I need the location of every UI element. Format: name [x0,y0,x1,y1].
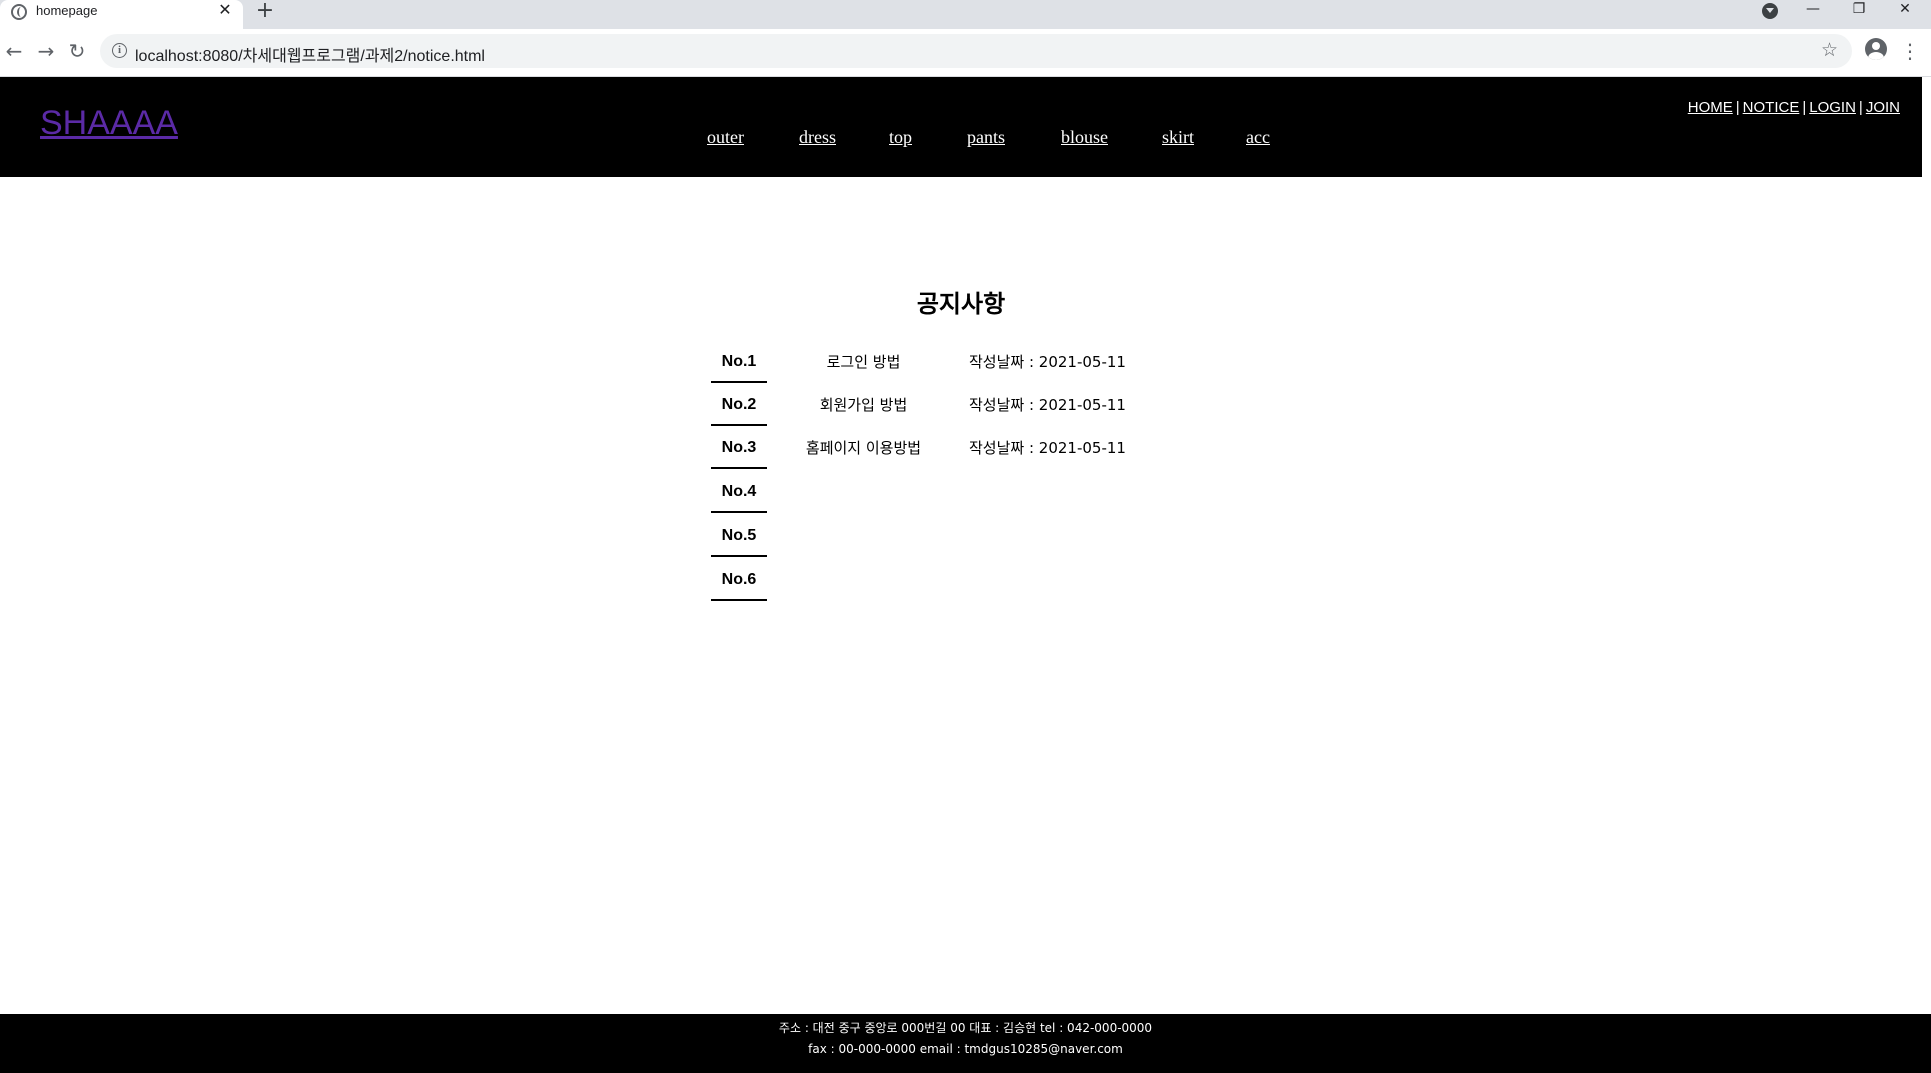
notice-date: 작성날짜 : 2021-05-11 [969,439,1126,457]
browser-tab-bar: homepage ✕ + — ❐ ✕ [0,0,1931,29]
browser-toolbar: ← → ↻ i localhost:8080/차세대웹프로그램/과제2/noti… [0,29,1931,77]
notice-number[interactable]: No.4 [711,474,767,513]
profile-avatar-icon[interactable] [1865,38,1887,60]
category-pants[interactable]: pants [967,127,1005,148]
window-close-icon[interactable]: ✕ [1882,0,1928,22]
notice-date: 작성날짜 : 2021-05-11 [969,353,1126,371]
notice-subject[interactable]: 로그인 방법 [791,344,936,380]
category-top[interactable]: top [889,127,912,148]
category-dress[interactable]: dress [799,127,836,148]
util-separator: | [1858,99,1863,116]
restore-icon[interactable]: ❐ [1836,0,1882,22]
tab-title: homepage [36,3,98,18]
profile-dropdown-icon[interactable] [1762,3,1778,19]
notice-number[interactable]: No.6 [711,562,767,601]
notice-number[interactable]: No.2 [711,387,767,426]
footer-contact: fax : 00-000-0000 email : tmdgus10285@na… [808,1042,1123,1056]
notice-row[interactable]: No.2 회원가입 방법 작성날짜 : 2021-05-11 [711,387,1171,431]
join-link[interactable]: JOIN [1866,99,1900,116]
notice-row[interactable]: No.5 [711,518,1171,562]
globe-icon [11,4,27,20]
home-link[interactable]: HOME [1688,99,1733,116]
page-title: 공지사항 [916,290,1006,318]
notice-row[interactable]: No.3 홈페이지 이용방법 작성날짜 : 2021-05-11 [711,430,1171,474]
util-separator: | [1735,99,1740,116]
forward-icon[interactable]: → [32,37,60,65]
reload-icon[interactable]: ↻ [63,37,91,65]
notice-number[interactable]: No.5 [711,518,767,557]
utility-menu: HOME | NOTICE | LOGIN | JOIN [1688,99,1900,116]
notice-row[interactable]: No.4 [711,474,1171,518]
site-header: SHAAAA outer dress top pants blouse skir… [0,77,1922,177]
notice-subject[interactable]: 회원가입 방법 [791,387,936,423]
category-skirt[interactable]: skirt [1162,127,1194,148]
bookmark-star-icon[interactable]: ☆ [1821,39,1838,61]
notice-subject[interactable]: 홈페이지 이용방법 [791,430,936,466]
notice-date: 작성날짜 : 2021-05-11 [969,396,1126,414]
tab-close-icon[interactable]: ✕ [216,1,234,19]
notice-row[interactable]: No.1 로그인 방법 작성날짜 : 2021-05-11 [711,344,1171,388]
url-text[interactable]: localhost:8080/차세대웹프로그램/과제2/notice.html [135,42,485,66]
category-outer[interactable]: outer [707,127,744,148]
site-footer: 주소 : 대전 중구 중앙로 000번길 00 대표 : 김승현 tel : 0… [0,1014,1931,1073]
browser-menu-icon[interactable]: ⋮ [1900,37,1920,65]
login-link[interactable]: LOGIN [1809,99,1856,116]
footer-address: 주소 : 대전 중구 중앙로 000번길 00 대표 : 김승현 tel : 0… [778,1021,1153,1035]
category-blouse[interactable]: blouse [1061,127,1108,148]
info-icon[interactable]: i [112,43,127,58]
notice-row[interactable]: No.6 [711,562,1171,606]
notice-number[interactable]: No.1 [711,344,767,383]
address-bar[interactable]: i localhost:8080/차세대웹프로그램/과제2/notice.htm… [100,34,1852,68]
category-menu: outer dress top pants blouse skirt acc [0,127,1922,157]
notice-link[interactable]: NOTICE [1743,99,1800,116]
util-separator: | [1802,99,1807,116]
notice-number[interactable]: No.3 [711,430,767,469]
category-acc[interactable]: acc [1246,127,1270,148]
new-tab-icon[interactable]: + [254,0,276,22]
back-icon[interactable]: ← [0,37,28,65]
minimize-icon[interactable]: — [1790,0,1836,22]
browser-tab[interactable]: homepage ✕ [0,0,243,29]
